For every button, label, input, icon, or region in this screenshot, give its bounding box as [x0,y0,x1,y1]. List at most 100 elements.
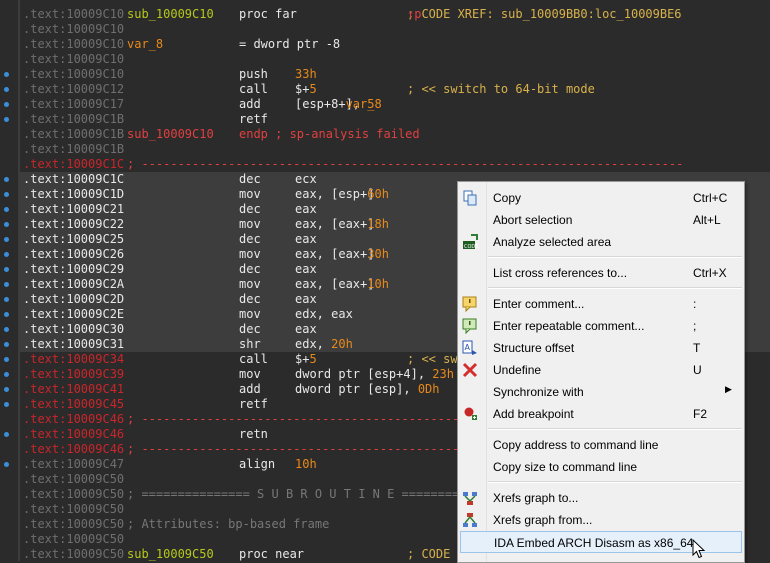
breakpoint-dot[interactable] [4,312,9,317]
instruction-mnemonic[interactable]: mov [239,367,261,382]
line-address[interactable]: .text:10009C10 [23,22,124,37]
code-label[interactable]: sub_10009C10 [127,7,214,22]
instruction-operands[interactable]: eax, [eax+ 10h] [295,277,389,292]
instruction-mnemonic[interactable]: dec [239,232,261,247]
listing-line[interactable]: .text:10009C10 [20,22,770,37]
menu-item-copy-address[interactable]: Copy address to command line [460,434,742,456]
instruction-operands[interactable]: eax, [eax+ 30h] [295,247,389,262]
line-address[interactable]: .text:10009C17 [23,97,124,112]
instruction-mnemonic[interactable]: = dword ptr -8 [239,37,340,52]
line-address[interactable]: .text:10009C50 [23,547,124,562]
instruction-mnemonic[interactable]: add [239,382,261,397]
instruction-mnemonic[interactable]: dec [239,322,261,337]
menu-item-copy-size[interactable]: Copy size to command line [460,456,742,478]
breakpoint-dot[interactable] [4,237,9,242]
listing-line[interactable]: .text:10009C10 sub_10009C10 proc far ; CODE… [20,7,770,22]
line-address[interactable]: .text:10009C34 [23,352,124,367]
instruction-operands[interactable]: edx, eax [295,307,353,322]
breakpoint-dot[interactable] [4,342,9,347]
breakpoint-dot[interactable] [4,177,9,182]
instruction-mnemonic[interactable]: proc near [239,547,304,562]
breakpoint-dot[interactable] [4,402,9,407]
instruction-operands[interactable]: [esp+8+ var_8], 5 [295,97,382,112]
listing-line[interactable]: .text:10009C10 [20,52,770,67]
menu-item-add-breakpoint[interactable]: Add breakpoint F2 [460,403,742,425]
breakpoint-dot[interactable] [4,327,9,332]
instruction-mnemonic[interactable]: call [239,352,268,367]
breakpoint-dot[interactable] [4,387,9,392]
line-address[interactable]: .text:10009C50 [23,487,124,502]
listing-line[interactable]: .text:10009C1C; ------------------------… [20,157,770,172]
code-label[interactable]: sub_10009C10 [127,127,214,142]
instruction-operands[interactable]: $+ 5 [295,352,317,367]
line-address[interactable]: .text:10009C21 [23,202,124,217]
line-address[interactable]: .text:10009C1D [23,187,124,202]
instruction-operands[interactable]: eax [295,232,317,247]
instruction-mnemonic[interactable]: add [239,97,261,112]
instruction-operands[interactable]: eax, [esp+ 60h] [295,187,389,202]
instruction-operands[interactable]: dword ptr [esp+4], 23h [295,367,454,382]
menu-item-structure-offset[interactable]: A Structure offset T [460,337,742,359]
breakpoint-dot[interactable] [4,222,9,227]
instruction-mnemonic[interactable]: proc far [239,7,297,22]
breakpoint-dot[interactable] [4,297,9,302]
line-address[interactable]: .text:10009C2E [23,307,124,322]
menu-item-abort-selection[interactable]: Abort selection Alt+L [460,209,742,231]
instruction-mnemonic[interactable]: push [239,67,268,82]
breakpoint-gutter[interactable] [0,0,18,561]
line-address[interactable]: .text:10009C30 [23,322,124,337]
breakpoint-dot[interactable] [4,267,9,272]
instruction-operands[interactable]: eax [295,262,317,277]
instruction-operands[interactable]: edx, 20h [295,337,353,352]
breakpoint-dot[interactable] [4,432,9,437]
instruction-operands[interactable]: eax [295,292,317,307]
menu-item-undefine[interactable]: Undefine U [460,359,742,381]
line-address[interactable]: .text:10009C10 [23,37,124,52]
instruction-mnemonic[interactable]: dec [239,292,261,307]
line-address[interactable]: .text:10009C2A [23,277,124,292]
instruction-operands[interactable]: dword ptr [esp], 0Dh [295,382,440,397]
instruction-mnemonic[interactable]: retf [239,112,268,127]
instruction-mnemonic[interactable]: call [239,82,268,97]
instruction-mnemonic[interactable]: retf [239,397,268,412]
breakpoint-dot[interactable] [4,207,9,212]
instruction-mnemonic[interactable]: mov [239,217,261,232]
listing-line[interactable]: .text:10009C10 var_8 = dword ptr -8 [20,37,770,52]
menu-item-list-cross-references[interactable]: List cross references to... Ctrl+X [460,262,742,284]
menu-item-enter-repeatable-comment[interactable]: Enter repeatable comment...; [460,315,742,337]
breakpoint-dot[interactable] [4,117,9,122]
instruction-operands[interactable]: $+ 5 [295,82,317,97]
instruction-operands[interactable]: eax [295,322,317,337]
line-address[interactable]: .text:10009C1C [23,172,124,187]
instruction-mnemonic[interactable]: mov [239,277,261,292]
breakpoint-dot[interactable] [4,252,9,257]
line-address[interactable]: .text:10009C1B [23,142,124,157]
instruction-mnemonic[interactable]: dec [239,262,261,277]
code-label[interactable]: sub_10009C50 [127,547,214,562]
line-address[interactable]: .text:10009C10 [23,67,124,82]
menu-item-xrefs-graph-to[interactable]: Xrefs graph to... [460,487,742,509]
breakpoint-dot[interactable] [4,102,9,107]
line-address[interactable]: .text:10009C22 [23,217,124,232]
line-address[interactable]: .text:10009C46 [23,412,124,427]
line-address[interactable]: .text:10009C46 [23,442,124,457]
line-address[interactable]: .text:10009C50 [23,517,124,532]
listing-line[interactable]: .text:10009C10 push 33h [20,67,770,82]
instruction-mnemonic[interactable]: mov [239,247,261,262]
line-address[interactable]: .text:10009C1B [23,112,124,127]
line-address[interactable]: .text:10009C1B [23,127,124,142]
breakpoint-dot[interactable] [4,372,9,377]
instruction-operands[interactable]: ecx [295,172,317,187]
code-label[interactable]: var_8 [127,37,163,52]
line-address[interactable]: .text:10009C46 [23,427,124,442]
menu-item-analyze-selected-area[interactable]: CODE Analyze selected area [460,231,742,253]
breakpoint-dot[interactable] [4,192,9,197]
instruction-mnemonic[interactable]: dec [239,202,261,217]
line-address[interactable]: .text:10009C25 [23,232,124,247]
listing-line[interactable]: .text:10009C12 call $+ 5 ; << switch to 64-b… [20,82,770,97]
instruction-mnemonic[interactable]: align [239,457,275,472]
line-address[interactable]: .text:10009C50 [23,472,124,487]
line-address[interactable]: .text:10009C39 [23,367,124,382]
line-address[interactable]: .text:10009C10 [23,7,124,22]
listing-line[interactable]: .text:10009C17 add [esp+8+ var_8], 5 [20,97,770,112]
